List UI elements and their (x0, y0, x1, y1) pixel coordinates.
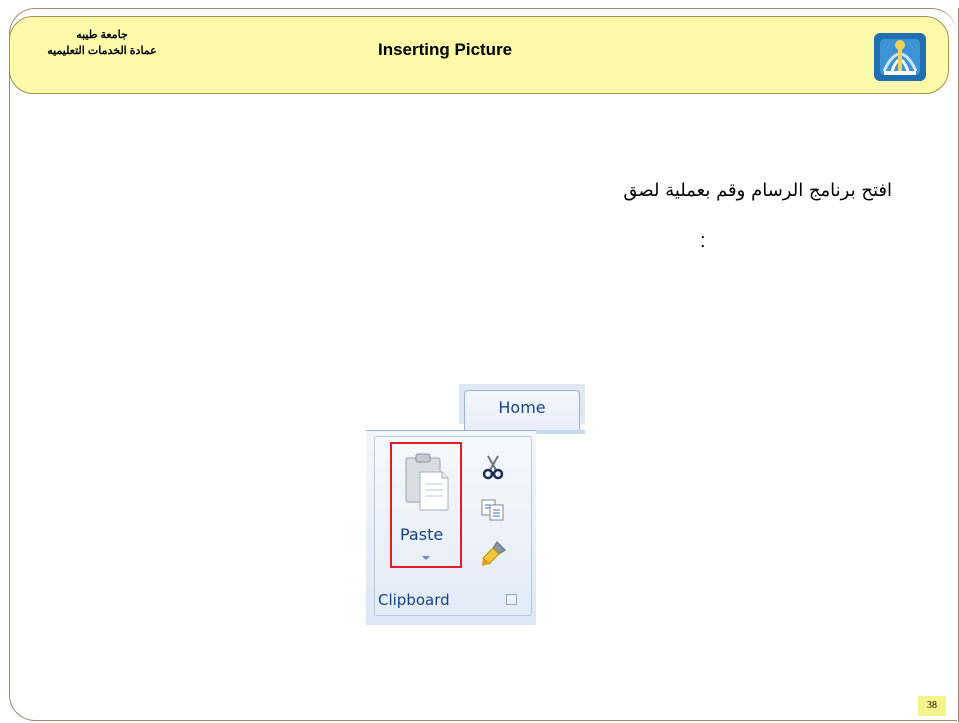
instruction-text: افتح برنامج الرسام وقم بعملية لصق (623, 180, 892, 201)
paste-button-label[interactable]: Paste (400, 525, 443, 544)
ribbon-panel-edge (536, 430, 585, 434)
university-name: جامعة طيبه (76, 29, 128, 41)
page-number: 38 (918, 696, 946, 716)
deanship-name: عمادة الخدمات التعليميه (47, 45, 157, 57)
format-painter-icon[interactable] (479, 540, 507, 568)
ribbon-screenshot: Home Paste Clipboard (366, 384, 585, 625)
slide-frame-edge (948, 8, 959, 722)
instruction-colon: : (700, 230, 706, 252)
dialog-launcher-icon[interactable] (506, 594, 517, 605)
copy-icon[interactable] (480, 498, 506, 522)
clipboard-group-label: Clipboard (378, 591, 450, 609)
university-logo-icon (874, 33, 926, 81)
university-caption: جامعة طيبه عمادة الخدمات التعليميه (22, 27, 182, 59)
scissors-icon[interactable] (482, 454, 504, 480)
paste-dropdown-icon[interactable] (422, 556, 430, 560)
page-title: Inserting Picture (378, 40, 513, 59)
paste-highlight-box (390, 442, 462, 568)
tab-home[interactable]: Home (464, 390, 580, 430)
